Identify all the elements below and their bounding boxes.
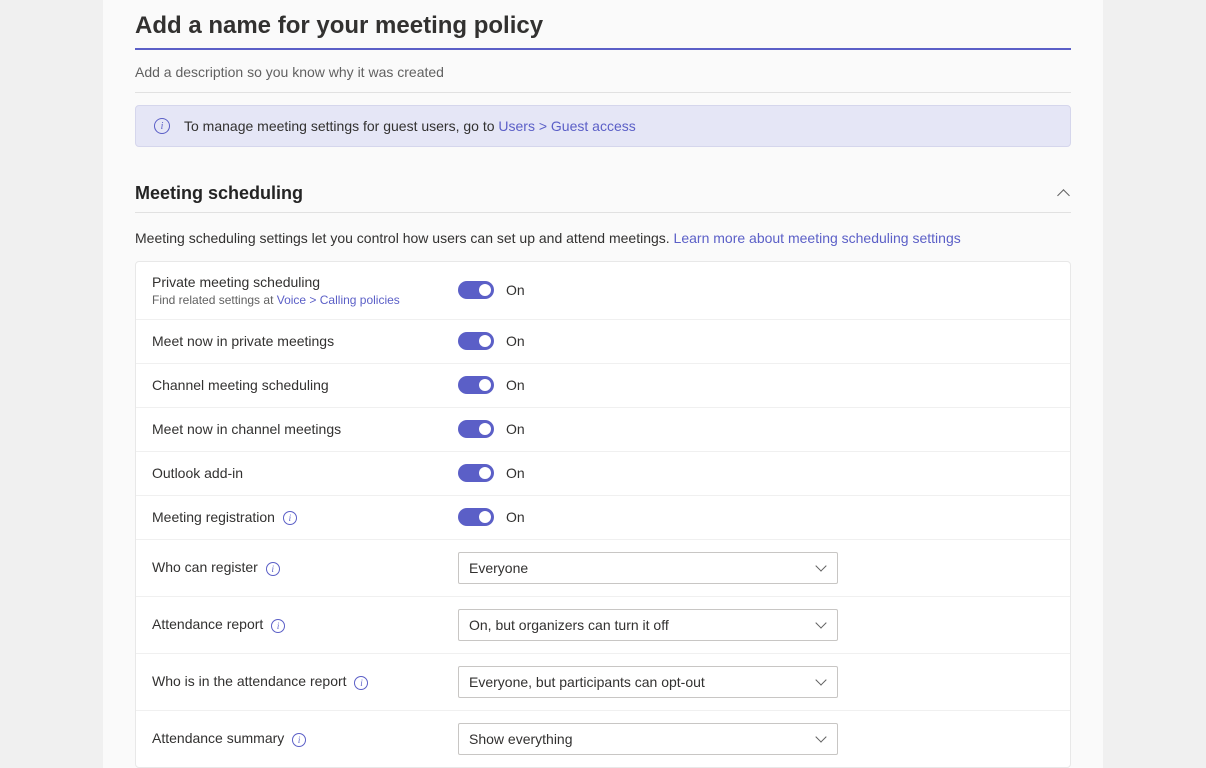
banner-text: To manage meeting settings for guest use…: [184, 118, 636, 134]
private-meeting-label: Private meeting scheduling: [152, 274, 458, 290]
section-desc-text: Meeting scheduling settings let you cont…: [135, 230, 674, 246]
setting-attendance-report: Attendance report i On, but organizers c…: [136, 597, 1070, 654]
chevron-down-icon: [817, 734, 827, 744]
attendance-summary-dropdown[interactable]: Show everything: [458, 723, 838, 755]
policy-name-input[interactable]: [135, 0, 1071, 50]
who-can-register-dropdown[interactable]: Everyone: [458, 552, 838, 584]
toggle-state: On: [506, 421, 525, 437]
setting-outlook-addin: Outlook add-in On: [136, 452, 1070, 496]
setting-attendance-summary: Attendance summary i Show everything: [136, 711, 1070, 767]
sub-prefix: Find related settings at: [152, 293, 277, 307]
setting-label: Meet now in channel meetings: [152, 421, 458, 437]
info-icon[interactable]: i: [292, 733, 306, 747]
toggle-state: On: [506, 465, 525, 481]
setting-channel-scheduling: Channel meeting scheduling On: [136, 364, 1070, 408]
setting-meeting-registration: Meeting registration i On: [136, 496, 1070, 540]
toggle-state: On: [506, 377, 525, 393]
setting-meet-now-private: Meet now in private meetings On: [136, 320, 1070, 364]
section-header: Meeting scheduling: [135, 147, 1071, 213]
meet-now-private-toggle[interactable]: [458, 332, 494, 350]
policy-editor-page: i To manage meeting settings for guest u…: [103, 0, 1103, 768]
who-in-report-dropdown[interactable]: Everyone, but participants can opt-out: [458, 666, 838, 698]
chevron-down-icon: [817, 620, 827, 630]
setting-label: Private meeting scheduling Find related …: [152, 274, 458, 307]
setting-label: Attendance summary i: [152, 730, 458, 746]
info-icon: i: [154, 118, 170, 134]
setting-who-in-report: Who is in the attendance report i Everyo…: [136, 654, 1070, 711]
setting-who-can-register: Who can register i Everyone: [136, 540, 1070, 597]
attendance-report-label: Attendance report: [152, 616, 263, 632]
setting-label: Channel meeting scheduling: [152, 377, 458, 393]
toggle-state: On: [506, 333, 525, 349]
attendance-summary-label: Attendance summary: [152, 730, 284, 746]
private-meeting-toggle[interactable]: [458, 281, 494, 299]
meeting-registration-toggle[interactable]: [458, 508, 494, 526]
who-can-register-label: Who can register: [152, 559, 258, 575]
outlook-addin-toggle[interactable]: [458, 464, 494, 482]
meet-now-channel-toggle[interactable]: [458, 420, 494, 438]
setting-label: Meeting registration i: [152, 509, 458, 525]
setting-label: Who can register i: [152, 559, 458, 575]
setting-label: Who is in the attendance report i: [152, 673, 458, 689]
chevron-up-icon[interactable]: [1057, 187, 1071, 201]
channel-scheduling-toggle[interactable]: [458, 376, 494, 394]
dropdown-value: On, but organizers can turn it off: [469, 617, 669, 633]
section-title: Meeting scheduling: [135, 183, 303, 204]
setting-sublabel: Find related settings at Voice > Calling…: [152, 293, 458, 307]
setting-label: Meet now in private meetings: [152, 333, 458, 349]
dropdown-value: Everyone: [469, 560, 528, 576]
chevron-down-icon: [817, 563, 827, 573]
meeting-registration-label: Meeting registration: [152, 509, 275, 525]
policy-description-input[interactable]: [135, 50, 1071, 93]
settings-card: Private meeting scheduling Find related …: [135, 261, 1071, 768]
who-in-report-label: Who is in the attendance report: [152, 673, 347, 689]
setting-label: Outlook add-in: [152, 465, 458, 481]
calling-policies-link[interactable]: Voice > Calling policies: [277, 293, 400, 307]
setting-private-meeting: Private meeting scheduling Find related …: [136, 262, 1070, 320]
setting-meet-now-channel: Meet now in channel meetings On: [136, 408, 1070, 452]
section-description: Meeting scheduling settings let you cont…: [135, 213, 1071, 261]
attendance-report-dropdown[interactable]: On, but organizers can turn it off: [458, 609, 838, 641]
guest-access-banner: i To manage meeting settings for guest u…: [135, 105, 1071, 147]
info-icon[interactable]: i: [271, 619, 285, 633]
toggle-state: On: [506, 509, 525, 525]
learn-more-link[interactable]: Learn more about meeting scheduling sett…: [674, 230, 961, 246]
info-icon[interactable]: i: [283, 511, 297, 525]
toggle-state: On: [506, 282, 525, 298]
chevron-down-icon: [817, 677, 827, 687]
banner-message: To manage meeting settings for guest use…: [184, 118, 498, 134]
dropdown-value: Everyone, but participants can opt-out: [469, 674, 705, 690]
info-icon[interactable]: i: [266, 562, 280, 576]
dropdown-value: Show everything: [469, 731, 573, 747]
guest-access-link[interactable]: Users > Guest access: [498, 118, 635, 134]
setting-label: Attendance report i: [152, 616, 458, 632]
